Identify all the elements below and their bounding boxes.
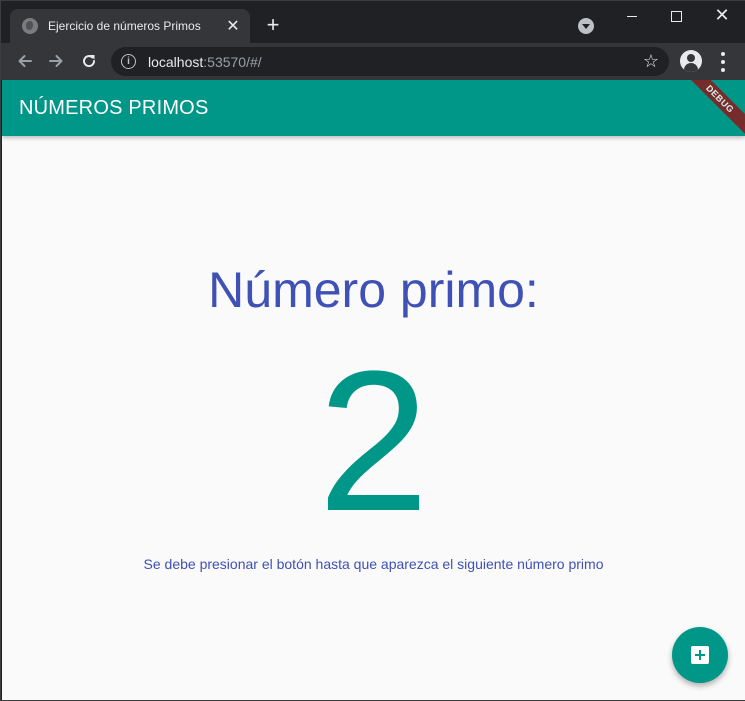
forward-button[interactable] bbox=[43, 48, 69, 74]
app-viewport: NÚMEROS PRIMOS DEBUG Número primo: 2 Se … bbox=[2, 80, 745, 700]
tab-strip: Ejercicio de números Primos ✕ + ✕ bbox=[1, 1, 745, 43]
globe-icon bbox=[22, 18, 38, 34]
more-menu-icon[interactable] bbox=[715, 52, 731, 72]
browser-tab[interactable]: Ejercicio de números Primos ✕ bbox=[10, 9, 250, 43]
url-path: :53570/#/ bbox=[203, 53, 262, 70]
url-text[interactable]: localhost:53570/#/ bbox=[148, 54, 262, 70]
prime-number-display: 2 bbox=[317, 330, 430, 553]
address-bar[interactable]: i localhost:53570/#/ ☆ bbox=[111, 47, 669, 76]
browser-window: Ejercicio de números Primos ✕ + ✕ i loca… bbox=[0, 0, 745, 701]
browser-toolbar: i localhost:53570/#/ ☆ bbox=[1, 43, 745, 80]
app-bar: NÚMEROS PRIMOS bbox=[2, 80, 745, 136]
arrow-left-icon bbox=[18, 55, 32, 67]
site-info-icon[interactable]: i bbox=[121, 54, 136, 69]
minimize-button[interactable] bbox=[609, 1, 655, 31]
tab-title: Ejercicio de números Primos bbox=[48, 19, 201, 33]
new-tab-button[interactable]: + bbox=[261, 13, 285, 37]
bookmark-star-icon[interactable]: ☆ bbox=[643, 51, 659, 72]
add-box-icon bbox=[691, 646, 709, 664]
next-prime-button[interactable] bbox=[672, 627, 728, 683]
minimize-icon bbox=[627, 15, 637, 17]
back-button[interactable] bbox=[12, 48, 38, 74]
menu-dot bbox=[721, 52, 725, 56]
reload-button[interactable] bbox=[76, 48, 102, 74]
menu-dot bbox=[721, 68, 725, 72]
url-host: localhost bbox=[148, 53, 204, 70]
tab-search-icon[interactable] bbox=[578, 18, 594, 34]
maximize-button[interactable] bbox=[653, 1, 699, 31]
maximize-icon bbox=[670, 10, 682, 22]
tab-close-icon[interactable]: ✕ bbox=[224, 16, 242, 36]
profile-icon[interactable] bbox=[680, 50, 702, 72]
app-bar-title: NÚMEROS PRIMOS bbox=[19, 97, 209, 119]
arrow-right-icon bbox=[49, 55, 63, 67]
close-window-button[interactable]: ✕ bbox=[699, 1, 745, 31]
instruction-text: Se debe presionar el botón hasta que apa… bbox=[143, 556, 604, 572]
menu-dot bbox=[721, 60, 725, 64]
reload-icon bbox=[83, 55, 96, 68]
page-heading: Número primo: bbox=[208, 262, 539, 318]
